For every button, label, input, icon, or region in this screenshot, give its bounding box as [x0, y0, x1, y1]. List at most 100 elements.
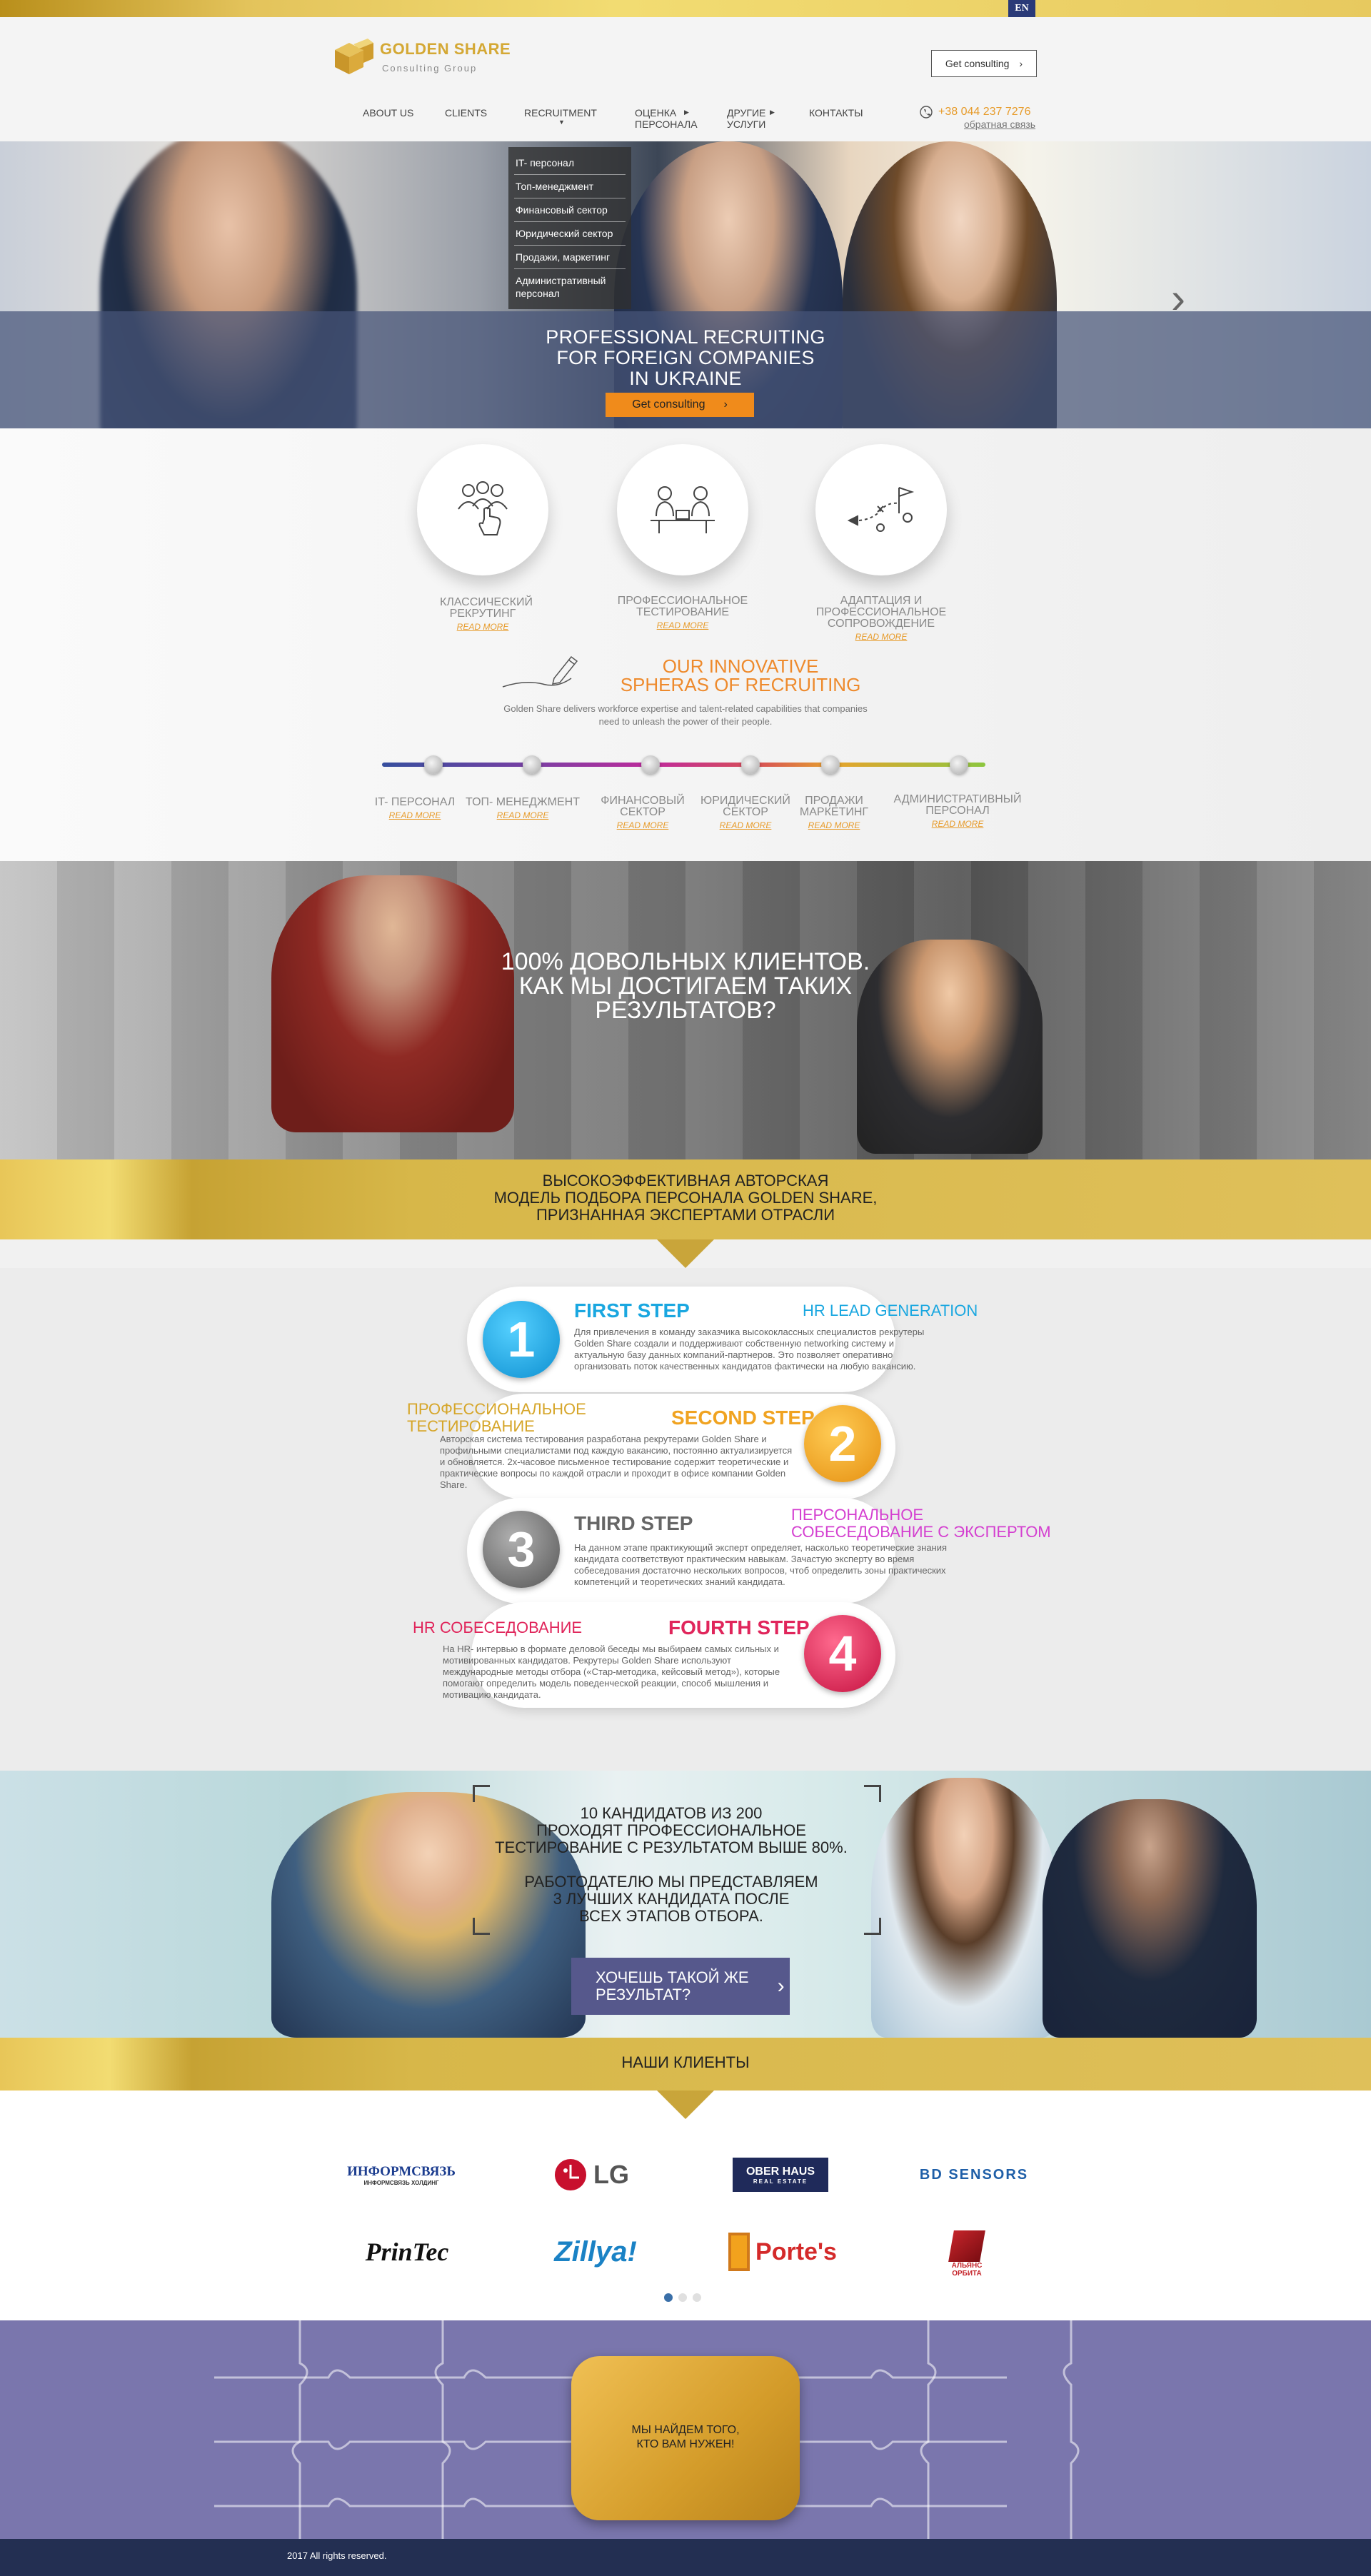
- step-4-number: 4: [804, 1615, 881, 1692]
- client-logo-oberhaus[interactable]: OBER HAUS REAL ESTATE: [733, 2158, 828, 2192]
- sphere-admin-label: АДМИНИСТРАТИВНЫЙ ПЕРСОНАЛ: [893, 793, 1022, 817]
- service-testing-text: ПРОФЕССИОНАЛЬНОЕ ТЕСТИРОВАНИЕ: [617, 595, 748, 618]
- step-1-text: Для привлечения в команду заказчика высо…: [574, 1327, 925, 1372]
- service-testing-read-more[interactable]: read more: [597, 620, 768, 631]
- sphere-knob-top[interactable]: [523, 755, 541, 774]
- sphere-sales-read-more[interactable]: read more: [798, 820, 870, 831]
- dropdown-item-admin[interactable]: Административный персонал: [514, 269, 626, 305]
- client-logo-zillya[interactable]: Zillya!: [517, 2230, 674, 2273]
- clients-band-notch: [657, 2091, 714, 2119]
- nav-other-services[interactable]: ДРУГИЕ УСЛУГИ: [727, 107, 784, 130]
- step-4-side-label: HR СОБЕСЕДОВАНИЕ: [413, 1619, 583, 1636]
- sphere-legal-read-more[interactable]: read more: [697, 820, 794, 831]
- frame-corner-bl: [473, 1918, 490, 1935]
- logo-cube-icon[interactable]: [332, 37, 375, 79]
- want-result-button[interactable]: ХОЧЕШЬ ТАКОЙ ЖЕ РЕЗУЛЬТАТ? ›: [571, 1958, 790, 2015]
- service-label-adaptation: АДАПТАЦИЯ И ПРОФЕССИОНАЛЬНОЕ СОПРОВОЖДЕН…: [795, 595, 967, 643]
- sphere-legal-label: ЮРИДИЧЕСКИЙ СЕКТОР: [700, 795, 790, 818]
- phone-number: +38 044 237 7276: [938, 106, 1031, 118]
- client-logo-bdsensors[interactable]: BD SENSORS: [895, 2153, 1053, 2196]
- results-title-line-1: 100% ДОВОЛЬНЫХ КЛИЕНТОВ.: [501, 948, 870, 975]
- header-consult-button[interactable]: Get consulting ›: [931, 50, 1037, 77]
- service-classic-read-more[interactable]: read more: [397, 621, 568, 633]
- sphere-knob-sales[interactable]: [821, 755, 840, 774]
- sphere-top-read-more[interactable]: read more: [466, 810, 580, 821]
- hero-title-line-1: PROFESSIONAL RECRUITING: [546, 326, 825, 348]
- candidates-line-2: ПРОХОДЯТ ПРОФЕССИОНАЛЬНОЕ: [536, 1821, 806, 1839]
- step-3-title: THIRD STEP: [574, 1512, 693, 1534]
- sphere-top-label: ТОП- МЕНЕДЖМЕНТ: [466, 796, 580, 808]
- sphere-finance-label: ФИНАНСОВЫЙ СЕКТОР: [601, 795, 685, 818]
- client-logo-lg[interactable]: LG: [513, 2153, 670, 2196]
- sphere-it-label: IT- ПЕРСОНАЛ: [374, 796, 456, 808]
- chevron-right-icon: ›: [777, 1974, 785, 1998]
- page: { "lang": {"current": "EN"}, "header": {…: [0, 0, 1371, 2576]
- top-gold-bar: [0, 0, 1371, 17]
- service-circle-adaptation[interactable]: [815, 444, 947, 575]
- sphere-knob-it[interactable]: [424, 755, 443, 774]
- clients-title: НАШИ КЛИЕНТЫ: [621, 2053, 750, 2071]
- hero-consult-label: Get consulting: [632, 398, 705, 411]
- clients-pagination: [664, 2293, 701, 2302]
- nav-other-caret-icon: ▶: [770, 109, 775, 116]
- service-adaptation-read-more[interactable]: read more: [795, 631, 967, 643]
- hero-title-line-2: FOR FOREIGN COMPANIES: [556, 347, 815, 368]
- header-consult-label: Get consulting: [945, 58, 1010, 69]
- want-result-label: ХОЧЕШЬ ТАКОЙ ЖЕ РЕЗУЛЬТАТ?: [596, 1969, 749, 2003]
- pagination-dot-2[interactable]: [678, 2293, 687, 2302]
- dropdown-item-it[interactable]: IT- персонал: [514, 151, 626, 175]
- hero-title-line-3: IN UKRAINE: [629, 368, 742, 389]
- client-logo-informsvyaz[interactable]: ИНФОРМСВЯЗЬ ИНФОРМСВЯЗЬ ХОЛДИНГ: [323, 2153, 480, 2196]
- frame-corner-tr: [864, 1785, 881, 1802]
- slider-next-arrow-icon[interactable]: ›: [1171, 277, 1192, 320]
- step-2-side-label: ПРОФЕССИОНАЛЬНОЕ ТЕСТИРОВАНИЕ: [407, 1400, 586, 1435]
- client-logo-printec[interactable]: PrinTec: [328, 2230, 486, 2273]
- sphere-admin-read-more[interactable]: read more: [890, 818, 1025, 830]
- pagination-dot-1[interactable]: [664, 2293, 673, 2302]
- step-2-number: 2: [804, 1405, 881, 1482]
- lg-face-icon: [555, 2159, 586, 2190]
- client-logo-alliance-text: АЛЬЯНС ОРБИТА: [951, 2262, 983, 2278]
- logo-title[interactable]: GOLDEN SHARE: [380, 40, 511, 59]
- sphere-knob-finance[interactable]: [641, 755, 660, 774]
- sphere-sales-label: ПРОДАЖИ МАРКЕТИНГ: [799, 795, 869, 818]
- sphere-knob-admin[interactable]: [950, 755, 968, 774]
- service-circle-classic[interactable]: [417, 444, 548, 575]
- nav-contacts[interactable]: КОНТАКТЫ: [809, 107, 863, 119]
- dropdown-item-top-management[interactable]: Топ-менеджмент: [514, 175, 626, 198]
- sphere-finance-read-more[interactable]: read more: [600, 820, 686, 831]
- pagination-dot-3[interactable]: [693, 2293, 701, 2302]
- feedback-link[interactable]: обратная связь: [964, 119, 1035, 130]
- hero-title: PROFESSIONAL RECRUITING FOR FOREIGN COMP…: [0, 327, 1371, 389]
- chevron-right-icon: ›: [1019, 58, 1023, 69]
- results-title-line-3: РЕЗУЛЬТАТОВ?: [595, 997, 776, 1024]
- frame-corner-tl: [473, 1785, 490, 1802]
- client-logo-portes[interactable]: Porte's: [704, 2230, 861, 2273]
- nav-recruitment[interactable]: RECRUITMENT: [524, 107, 597, 119]
- strategy-path-icon: [847, 487, 915, 532]
- footer: [0, 2539, 1371, 2576]
- nav-about[interactable]: ABOUT US: [363, 107, 413, 119]
- puzzle-text: МЫ НАЙДЕМ ТОГО, КТО ВАМ НУЖЕН!: [571, 2423, 800, 2452]
- nav-assessment[interactable]: ОЦЕНКА ПЕРСОНАЛА: [635, 107, 713, 130]
- dropdown-item-sales[interactable]: Продажи, маркетинг: [514, 246, 626, 269]
- dropdown-item-legal[interactable]: Юридический сектор: [514, 222, 626, 246]
- nav-clients[interactable]: CLIENTS: [445, 107, 487, 119]
- step-4-title: FOURTH STEP: [668, 1616, 810, 1639]
- nav-assessment-caret-icon: ▶: [684, 109, 689, 116]
- client-logo-informsvyaz-text: ИНФОРМСВЯЗЬ: [347, 2163, 456, 2179]
- innovative-title: OUR INNOVATIVE SPHERAS OF RECRUITING: [616, 657, 865, 694]
- sphere-it-read-more[interactable]: read more: [368, 810, 461, 821]
- sphere-admin: АДМИНИСТРАТИВНЫЙ ПЕРСОНАЛ read more: [890, 794, 1025, 830]
- footer-copyright: 2017 All rights reserved.: [287, 2550, 387, 2561]
- candidates-photo-man: [1043, 1799, 1257, 2038]
- results-title: 100% ДОВОЛЬНЫХ КЛИЕНТОВ. КАК МЫ ДОСТИГАЕ…: [0, 950, 1371, 1022]
- service-circle-testing[interactable]: [617, 444, 748, 575]
- sphere-knob-legal[interactable]: [741, 755, 760, 774]
- sphere-finance: ФИНАНСОВЫЙ СЕКТОР read more: [600, 795, 686, 831]
- client-logo-alliance[interactable]: АЛЬЯНС ОРБИТА: [888, 2222, 1045, 2286]
- dropdown-item-finance[interactable]: Финансовый сектор: [514, 198, 626, 222]
- sphere-sales: ПРОДАЖИ МАРКЕТИНГ read more: [798, 795, 870, 831]
- hero-consult-button[interactable]: Get consulting ›: [606, 393, 754, 417]
- phone[interactable]: +38 044 237 7276: [920, 106, 1030, 119]
